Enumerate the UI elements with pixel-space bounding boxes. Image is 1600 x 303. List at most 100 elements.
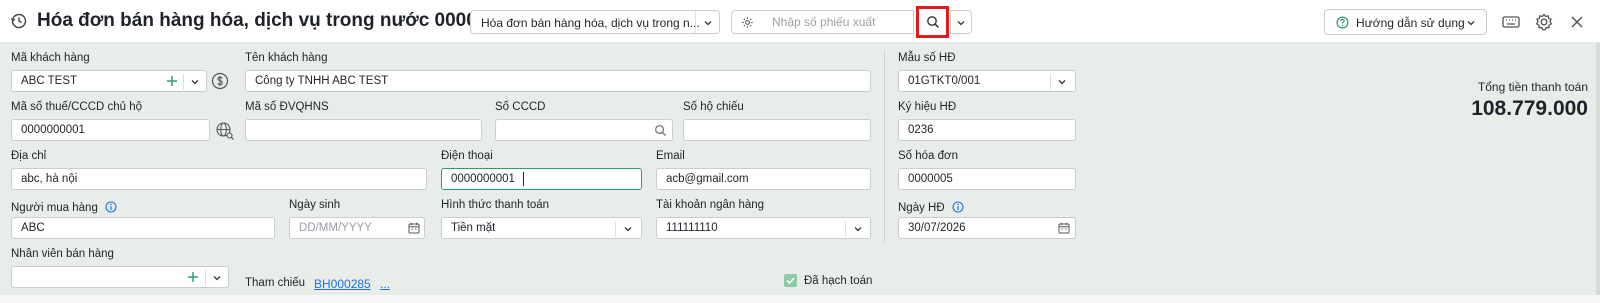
history-icon[interactable] (10, 12, 28, 30)
chevron-down-icon[interactable] (853, 224, 863, 234)
phone-field[interactable]: 0000000001 (441, 168, 642, 190)
salesperson-field[interactable] (11, 266, 229, 288)
buyer-label-text: Người mua hàng (11, 202, 98, 214)
buyer-label: Người mua hàng (11, 199, 117, 214)
total-payment-value: 108.779.000 (1471, 97, 1588, 120)
customer-code-value: ABC TEST (21, 75, 78, 87)
buyer-field[interactable]: ABC (11, 217, 275, 239)
birthday-label: Ngày sinh (289, 199, 341, 211)
search-icon (927, 16, 940, 29)
customer-code-label: Mã khách hàng (11, 52, 90, 64)
passport-field[interactable] (683, 119, 871, 141)
invoice-date-field[interactable]: 30/07/2026 (898, 217, 1076, 239)
field-divider (183, 74, 184, 90)
keyboard-icon[interactable] (1501, 12, 1521, 32)
chevron-down-icon[interactable] (190, 77, 200, 87)
bank-account-label: Tài khoản ngân hàng (656, 199, 765, 211)
help-circle-icon (1336, 16, 1349, 29)
bank-account-select[interactable]: 111111110 (656, 217, 871, 239)
gear-icon (742, 17, 753, 28)
customer-code-field[interactable]: ABC TEST (11, 70, 207, 92)
chevron-down-icon[interactable] (703, 18, 713, 28)
reference-link[interactable]: BH000285 (314, 277, 371, 291)
bank-account-value: 111111110 (666, 222, 718, 234)
invoice-symbol-value: 0236 (908, 124, 934, 136)
chevron-down-icon[interactable] (623, 224, 633, 234)
chevron-down-icon[interactable] (1057, 77, 1067, 87)
tax-code-field[interactable]: 0000000001 (11, 119, 210, 141)
select-divider (695, 11, 696, 33)
tax-code-value: 0000000001 (21, 124, 85, 136)
email-label: Email (656, 150, 685, 162)
posted-label: Đã hạch toán (804, 275, 873, 287)
search-icon[interactable] (654, 124, 667, 137)
phone-label: Điện thoại (441, 150, 493, 162)
header-bar: Hóa đơn bán hàng hóa, dịch vụ trong nước… (0, 0, 1600, 43)
invoice-date-label: Ngày HĐ (898, 199, 964, 214)
field-divider (1050, 74, 1051, 90)
email-value: acb@gmail.com (666, 173, 749, 185)
bottom-strip (0, 295, 1600, 303)
phone-value: 0000000001 (451, 173, 515, 185)
payment-method-label: Hình thức thanh toán (441, 199, 550, 211)
chevron-down-icon[interactable] (212, 273, 222, 283)
invoice-template-select[interactable]: Hóa đơn bán hàng hóa, dịch vụ trong n... (470, 10, 720, 34)
address-field[interactable]: abc, hà nội (11, 168, 427, 190)
add-customer-plus-icon[interactable] (165, 74, 179, 88)
page-title: Hóa đơn bán hàng hóa, dịch vụ trong nước… (37, 10, 509, 31)
posted-checkbox[interactable] (784, 274, 797, 287)
search-settings-button[interactable] (731, 10, 763, 34)
invoice-template-value: Hóa đơn bán hàng hóa, dịch vụ trong n... (481, 16, 700, 30)
info-icon[interactable] (952, 201, 964, 213)
settings-gear-icon[interactable] (1534, 12, 1554, 32)
reference-label: Tham chiếu (245, 277, 306, 289)
globe-search-icon[interactable] (215, 121, 235, 141)
payment-method-value: Tiền mặt (451, 222, 496, 234)
info-icon[interactable] (105, 201, 117, 213)
passport-label: Số hộ chiếu (683, 101, 744, 113)
customer-name-label: Tên khách hàng (245, 52, 328, 64)
close-icon[interactable] (1567, 12, 1587, 32)
tax-code-label: Mã số thuế/CCCD chủ hộ (11, 101, 143, 113)
help-guide-button[interactable]: Hướng dẫn sử dụng (1324, 9, 1487, 35)
invoice-number-value: 0000005 (908, 173, 953, 185)
field-divider (845, 221, 846, 237)
payment-method-select[interactable]: Tiền mặt (441, 217, 642, 239)
salesperson-label: Nhân viên bán hàng (11, 248, 114, 260)
invoice-symbol-field[interactable]: 0236 (898, 119, 1076, 141)
budget-unit-code-label: Mã số ĐVQHNS (245, 101, 329, 113)
field-divider (205, 270, 206, 286)
invoice-template-no-value: 01GTKT0/001 (908, 75, 981, 87)
address-label: Địa chỉ (11, 150, 47, 162)
birthday-field[interactable]: DD/MM/YYYY (289, 217, 425, 239)
field-divider (615, 221, 616, 237)
address-value: abc, hà nội (21, 173, 78, 185)
customer-name-field[interactable]: Công ty TNHH ABC TEST (245, 70, 871, 92)
currency-dollar-icon[interactable] (211, 72, 229, 90)
text-cursor (523, 172, 524, 186)
buyer-value: ABC (21, 222, 45, 234)
email-field[interactable]: acb@gmail.com (656, 168, 871, 190)
search-options-dropdown[interactable] (950, 10, 972, 34)
reference-more-link[interactable]: ... (380, 277, 390, 291)
voucher-search-group (731, 6, 972, 38)
voucher-search-input[interactable] (762, 10, 914, 34)
invoice-date-label-text: Ngày HĐ (898, 202, 945, 214)
search-button[interactable] (916, 6, 949, 38)
invoice-date-value: 30/07/2026 (908, 222, 966, 234)
budget-unit-code-field[interactable] (245, 119, 482, 141)
birthday-placeholder: DD/MM/YYYY (299, 222, 372, 234)
scrollbar-track[interactable] (1596, 43, 1600, 295)
citizen-id-field[interactable] (495, 119, 673, 141)
invoice-number-field[interactable]: 0000005 (898, 168, 1076, 190)
calendar-icon[interactable] (408, 222, 420, 234)
add-salesperson-plus-icon[interactable] (186, 270, 200, 284)
invoice-number-label: Số hóa đơn (898, 150, 958, 162)
customer-name-value: Công ty TNHH ABC TEST (255, 75, 389, 87)
chevron-down-icon (957, 21, 965, 26)
invoice-template-no-label: Mẫu số HĐ (898, 52, 956, 64)
calendar-icon[interactable] (1058, 222, 1070, 234)
invoice-template-no-field[interactable]: 01GTKT0/001 (898, 70, 1076, 92)
invoice-symbol-label: Ký hiệu HĐ (898, 101, 957, 113)
citizen-id-label: Số CCCD (495, 101, 546, 113)
